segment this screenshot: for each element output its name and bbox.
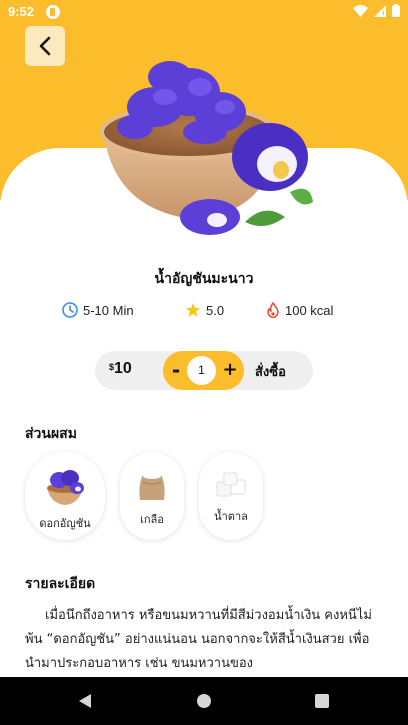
quantity-value: 1 (187, 356, 216, 385)
product-meta: 5-10 Min 5.0 100 kcal (0, 302, 408, 322)
order-bar: $10 - 1 + สั่งซื้อ (95, 351, 313, 390)
product-image (100, 61, 313, 235)
wifi-icon (353, 4, 368, 17)
app-notification-icon (46, 5, 60, 19)
details-body: เมื่อนึกถึงอาหาร หรือขนมหวานที่มีสีม่วงอ… (25, 608, 372, 671)
ingredient-label: เกลือ (140, 513, 164, 526)
calories: 100 kcal (266, 302, 333, 318)
calories-text: 100 kcal (285, 302, 334, 318)
butterfly-pea-icon (47, 470, 84, 505)
quantity-stepper: - 1 + (163, 351, 244, 390)
increase-button[interactable]: + (220, 357, 240, 383)
ingredient-label: ดอกอัญชัน (39, 517, 91, 530)
salt-sack-icon (139, 473, 165, 500)
product-name: น้ำอัญชันมะนาว (154, 271, 254, 287)
nav-back-icon[interactable] (77, 693, 93, 709)
price-currency: $ (109, 362, 115, 372)
flame-icon (267, 302, 279, 318)
system-nav-bar (0, 677, 408, 725)
status-time: 9:52 (8, 4, 35, 19)
price: $10 (109, 360, 132, 378)
price-value: 10 (114, 360, 132, 377)
details-title: รายละเอียด (25, 576, 96, 592)
battery-icon (392, 4, 400, 17)
ingredient-label: น้ำตาล (214, 510, 248, 523)
nav-recents-icon[interactable] (314, 693, 330, 709)
details-text: เมื่อนึกถึงอาหาร หรือขนมหวานที่มีสีม่วงอ… (25, 604, 383, 676)
rating: 5.0 (185, 302, 224, 318)
ingredient-card[interactable]: ดอกอัญชัน (25, 452, 105, 540)
clock-icon (62, 302, 78, 318)
chevron-left-icon (39, 36, 51, 56)
back-button[interactable] (25, 26, 65, 66)
sugar-cubes-icon (216, 472, 246, 497)
decrease-button[interactable]: - (167, 357, 185, 383)
rating-text: 5.0 (206, 302, 225, 318)
status-bar: 9:52 (0, 0, 408, 26)
prep-time-text: 5-10 Min (83, 302, 134, 318)
cellular-icon (374, 4, 386, 17)
ingredients-title: ส่วนผสม (25, 426, 77, 442)
ingredient-card[interactable]: น้ำตาล (199, 452, 263, 540)
ingredient-card[interactable]: เกลือ (120, 452, 184, 540)
prep-time: 5-10 Min (62, 302, 134, 318)
status-icons (353, 4, 400, 17)
nav-home-icon[interactable] (196, 693, 212, 709)
star-icon (186, 303, 200, 317)
order-button[interactable]: สั่งซื้อ (255, 361, 286, 382)
